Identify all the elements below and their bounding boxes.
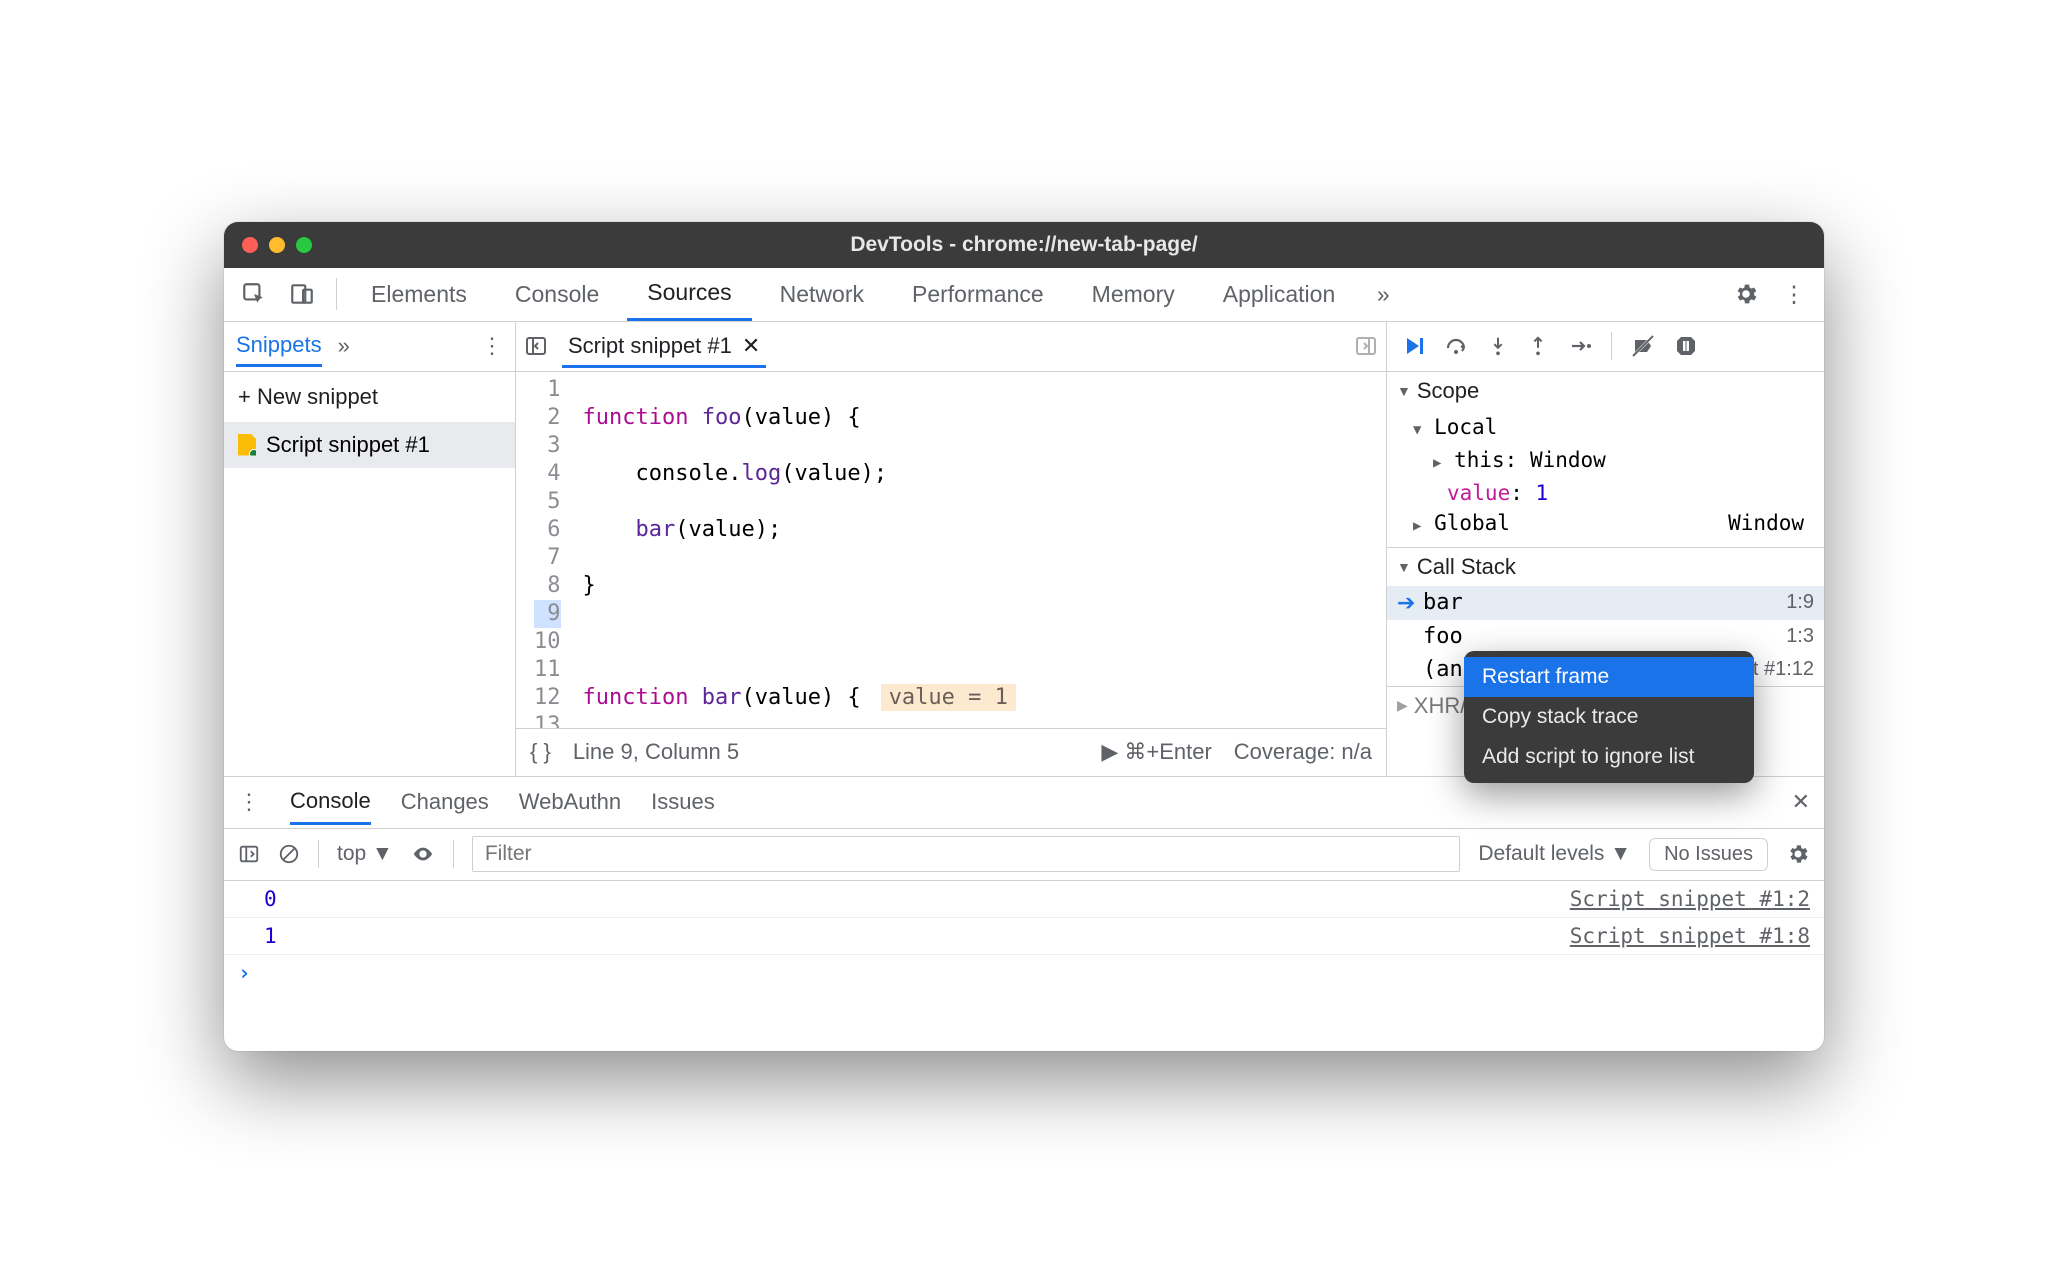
tab-sources[interactable]: Sources [627,268,751,321]
console-filter-input[interactable] [472,836,1461,872]
editor-file-tab[interactable]: Script snippet #1 ✕ [562,325,766,368]
step-into-icon[interactable] [1487,334,1509,358]
console-row: 0 Script snippet #1:2 [224,881,1824,918]
tab-application[interactable]: Application [1203,268,1356,321]
call-stack-header[interactable]: ▼Call Stack [1387,548,1824,586]
tab-performance[interactable]: Performance [892,268,1064,321]
step-icon[interactable] [1567,334,1593,358]
no-issues-button[interactable]: No Issues [1649,838,1768,871]
clear-console-icon[interactable] [278,843,300,865]
settings-icon[interactable] [1726,274,1766,314]
console-output: 0 Script snippet #1:2 1 Script snippet #… [224,881,1824,1051]
editor-status-bar: { } Line 9, Column 5 ▶ ⌘+Enter Coverage:… [516,728,1386,776]
scope-header[interactable]: ▼Scope [1387,372,1824,410]
devtools-window: DevTools - chrome://new-tab-page/ Elemen… [224,222,1824,1051]
close-window-button[interactable] [242,237,258,253]
drawer-tab-console[interactable]: Console [290,788,371,825]
drawer-tab-issues[interactable]: Issues [651,789,715,815]
pause-exceptions-icon[interactable] [1674,334,1698,358]
snippet-item[interactable]: Script snippet #1 [224,422,515,468]
deactivate-breakpoints-icon[interactable] [1630,334,1656,358]
line-gutter: 12345678910111213 [516,372,573,728]
more-tabs-icon[interactable]: » [1363,274,1403,314]
toggle-navigator-icon[interactable] [524,334,548,358]
drawer-tab-webauthn[interactable]: WebAuthn [519,789,621,815]
tab-network[interactable]: Network [760,268,884,321]
coverage-label: Coverage: n/a [1234,739,1372,765]
debugger-panel: ▼Scope ▼ Local ▶ this: Window value: 1 ▶… [1386,322,1824,776]
console-source-link[interactable]: Script snippet #1:8 [1570,924,1810,948]
call-stack-frame[interactable]: ➔bar1:9 [1387,586,1824,620]
snippet-item-label: Script snippet #1 [266,432,430,458]
cursor-position: Line 9, Column 5 [573,739,739,765]
tab-console[interactable]: Console [495,268,619,321]
inspect-icon[interactable] [234,274,274,314]
snippet-file-icon [238,434,256,456]
console-prompt[interactable]: › [224,955,1824,991]
console-context-selector[interactable]: top ▼ [337,842,393,866]
ctx-restart-frame[interactable]: Restart frame [1464,657,1754,697]
sidebar-tab-snippets[interactable]: Snippets [236,332,322,367]
drawer: ⋮ Console Changes WebAuthn Issues ✕ top … [224,776,1824,1051]
inline-value: value = 1 [881,684,1016,711]
step-over-icon[interactable] [1443,334,1469,358]
titlebar: DevTools - chrome://new-tab-page/ [224,222,1824,268]
drawer-tab-changes[interactable]: Changes [401,789,489,815]
device-toggle-icon[interactable] [282,274,322,314]
drawer-kebab-icon[interactable]: ⋮ [238,789,260,815]
call-stack-frame[interactable]: foo1:3 [1387,620,1824,653]
kebab-icon[interactable]: ⋮ [1774,274,1814,314]
window-title: DevTools - chrome://new-tab-page/ [224,233,1824,257]
live-expression-icon[interactable] [411,843,435,865]
console-levels-selector[interactable]: Default levels ▼ [1478,842,1631,866]
tab-elements[interactable]: Elements [351,268,487,321]
ctx-copy-stack-trace[interactable]: Copy stack trace [1464,697,1754,737]
console-row: 1 Script snippet #1:8 [224,918,1824,955]
sidebar-kebab-icon[interactable]: ⋮ [481,333,503,359]
close-tab-icon[interactable]: ✕ [742,333,760,359]
ctx-add-ignore-list[interactable]: Add script to ignore list [1464,737,1754,777]
console-source-link[interactable]: Script snippet #1:2 [1570,887,1810,911]
run-snippet-button[interactable]: ▶ ⌘+Enter [1101,739,1211,765]
resume-icon[interactable] [1401,334,1425,358]
step-out-icon[interactable] [1527,334,1549,358]
tab-memory[interactable]: Memory [1072,268,1195,321]
minimize-window-button[interactable] [269,237,285,253]
console-settings-icon[interactable] [1786,842,1810,866]
main-tabs: Elements Console Sources Network Perform… [224,268,1824,322]
code-area[interactable]: 12345678910111213 function foo(value) { … [516,372,1386,728]
sidebar-more-tabs-icon[interactable]: » [338,333,350,359]
editor-filename: Script snippet #1 [568,333,732,359]
editor: Script snippet #1 ✕ 12345678910111213 fu… [516,322,1386,776]
watch-icon[interactable] [1354,334,1378,358]
scope-local-label: Local [1434,415,1497,439]
console-sidebar-toggle-icon[interactable] [238,843,260,865]
fullscreen-window-button[interactable] [296,237,312,253]
new-snippet-button[interactable]: + New snippet [224,372,515,422]
pretty-print-icon[interactable]: { } [530,739,551,765]
sidebar: Snippets » ⋮ + New snippet Script snippe… [224,322,516,776]
context-menu: Restart frame Copy stack trace Add scrip… [1464,651,1754,783]
drawer-close-icon[interactable]: ✕ [1792,789,1810,815]
